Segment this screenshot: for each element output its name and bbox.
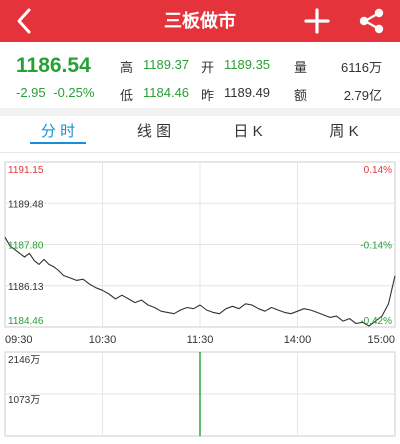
high-label: 高 [120, 60, 134, 75]
intraday-chart: 1191.15 1189.48 1187.80 1186.13 1184.46 0.14%… [4, 161, 396, 437]
amount-value: 2.79亿 [343, 88, 382, 103]
low-label: 低 [120, 88, 134, 103]
plus-icon[interactable] [304, 8, 330, 34]
x-tick-label: 14:00 [284, 334, 312, 346]
open-value: 1189.35 [224, 57, 271, 72]
change-percent: -0.25% [53, 85, 95, 100]
page-title: 三板做市 [164, 11, 236, 31]
current-price: 1186.54 [16, 54, 91, 77]
y-tick-label-right: -0.14% [360, 241, 392, 252]
amount-label: 额 [294, 88, 308, 103]
open-label: 开 [201, 60, 215, 75]
top-bar: 三板做市 [0, 0, 400, 42]
volume-mid-label: 1073万 [8, 395, 40, 406]
tabs-divider [0, 152, 400, 153]
volume-max-label: 2146万 [8, 355, 40, 366]
active-tab-indicator [30, 142, 86, 144]
high-value: 1189.37 [143, 57, 190, 72]
y-tick-label: 1184.46 [8, 316, 44, 327]
y-tick-label: 1189.48 [8, 199, 44, 210]
y-tick-label: 1191.15 [8, 165, 44, 176]
y-tick-label-right: -0.42% [360, 316, 392, 327]
low-value: 1184.46 [143, 85, 190, 100]
prev-close-value: 1189.49 [224, 85, 271, 100]
y-tick-label-right: 0.14% [364, 165, 392, 176]
share-icon[interactable] [358, 8, 386, 34]
x-tick-label: 09:30 [5, 334, 33, 346]
change-value: -2.95 [16, 85, 46, 100]
prev-close-label: 昨 [201, 88, 215, 103]
tab-line-chart[interactable]: 线 图 [106, 116, 202, 152]
y-tick-label: 1187.80 [8, 241, 44, 252]
tab-daily-k[interactable]: 日 K [200, 116, 296, 152]
y-tick-label: 1186.13 [8, 282, 44, 293]
volume-value: 6116万 [341, 60, 382, 75]
tab-weekly-k[interactable]: 周 K [296, 116, 392, 152]
x-tick-label: 10:30 [89, 334, 117, 346]
chart-tabs: 分 时 线 图 日 K 周 K [0, 116, 400, 152]
tab-intraday[interactable]: 分 时 [10, 116, 106, 152]
x-tick-label: 15:00 [367, 334, 395, 346]
chart-grid [4, 161, 396, 328]
volume-panel: 2146万 1073万 [4, 351, 396, 437]
price-change: -2.95 -0.25% [16, 85, 94, 100]
quote-panel: 1186.54 -2.95 -0.25% 高 1189.37 开 1189.35… [0, 42, 400, 108]
volume-label: 量 [294, 60, 308, 75]
x-tick-label: 11:30 [187, 334, 214, 346]
section-divider [0, 108, 400, 116]
